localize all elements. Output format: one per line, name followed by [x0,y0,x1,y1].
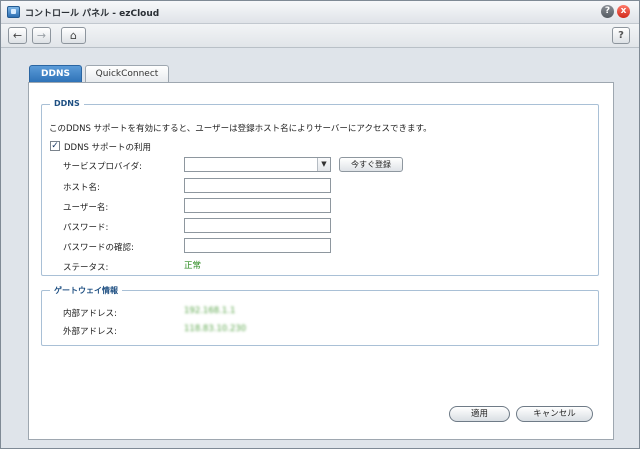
username-input[interactable] [184,198,331,213]
tab-content-panel: DDNS このDDNS サポートを有効にすると、ユーザーは登録ホスト名によりサー… [28,82,614,440]
toolbar-help-button[interactable]: ? [612,27,630,44]
status-value: 正常 [184,261,202,271]
register-now-button[interactable]: 今すぐ登録 [339,157,403,172]
cancel-button[interactable]: キャンセル [516,406,593,422]
ddns-enable-label[interactable]: DDNS サポートの利用 [64,141,151,153]
help-icon[interactable]: ? [601,5,614,18]
question-icon: ? [618,30,624,41]
ddns-group-legend: DDNS [50,99,84,108]
ddns-enable-checkbox[interactable]: ✓ [50,141,60,151]
window-title: コントロール パネル - ezCloud [25,9,160,19]
ddns-description: このDDNS サポートを有効にすると、ユーザーは登録ホスト名によりサーバーにアク… [49,124,432,134]
external-address-label: 外部アドレス: [63,327,117,337]
control-panel-icon [7,6,20,18]
internal-address-label: 内部アドレス: [63,309,117,319]
toolbar: ← → ⌂ ? [1,24,639,48]
forward-button[interactable]: → [32,27,51,44]
username-label: ユーザー名: [63,203,109,213]
ddns-group: DDNS このDDNS サポートを有効にすると、ユーザーは登録ホスト名によりサー… [41,99,599,276]
tab-ddns[interactable]: DDNS [29,65,82,82]
internal-address-value: 192.168.1.1 [184,306,236,316]
arrow-left-icon: ← [12,29,23,42]
service-provider-select[interactable]: ▼ [184,157,331,172]
title-bar: コントロール パネル - ezCloud ? x [1,1,639,24]
apply-button[interactable]: 適用 [449,406,510,422]
arrow-right-icon: → [36,29,47,42]
control-panel-window: コントロール パネル - ezCloud ? x ← → ⌂ ? DDNS Qu… [0,0,640,449]
password-input[interactable] [184,218,331,233]
close-icon[interactable]: x [617,5,630,18]
confirm-password-label: パスワードの確認: [63,243,134,253]
tab-quickconnect[interactable]: QuickConnect [85,65,169,82]
confirm-password-input[interactable] [184,238,331,253]
home-icon: ⌂ [70,29,77,42]
password-label: パスワード: [63,223,109,233]
gateway-group: ゲートウェイ情報 内部アドレス: 192.168.1.1 外部アドレス: 118… [41,285,599,346]
gateway-group-legend: ゲートウェイ情報 [50,285,122,296]
hostname-label: ホスト名: [63,183,100,193]
external-address-value: 118.83.10.230 [184,324,247,334]
hostname-input[interactable] [184,178,331,193]
chevron-down-icon[interactable]: ▼ [317,158,330,171]
back-button[interactable]: ← [8,27,27,44]
service-provider-label: サービスプロバイダ: [63,162,143,172]
status-label: ステータス: [63,263,109,273]
home-button[interactable]: ⌂ [61,27,86,44]
